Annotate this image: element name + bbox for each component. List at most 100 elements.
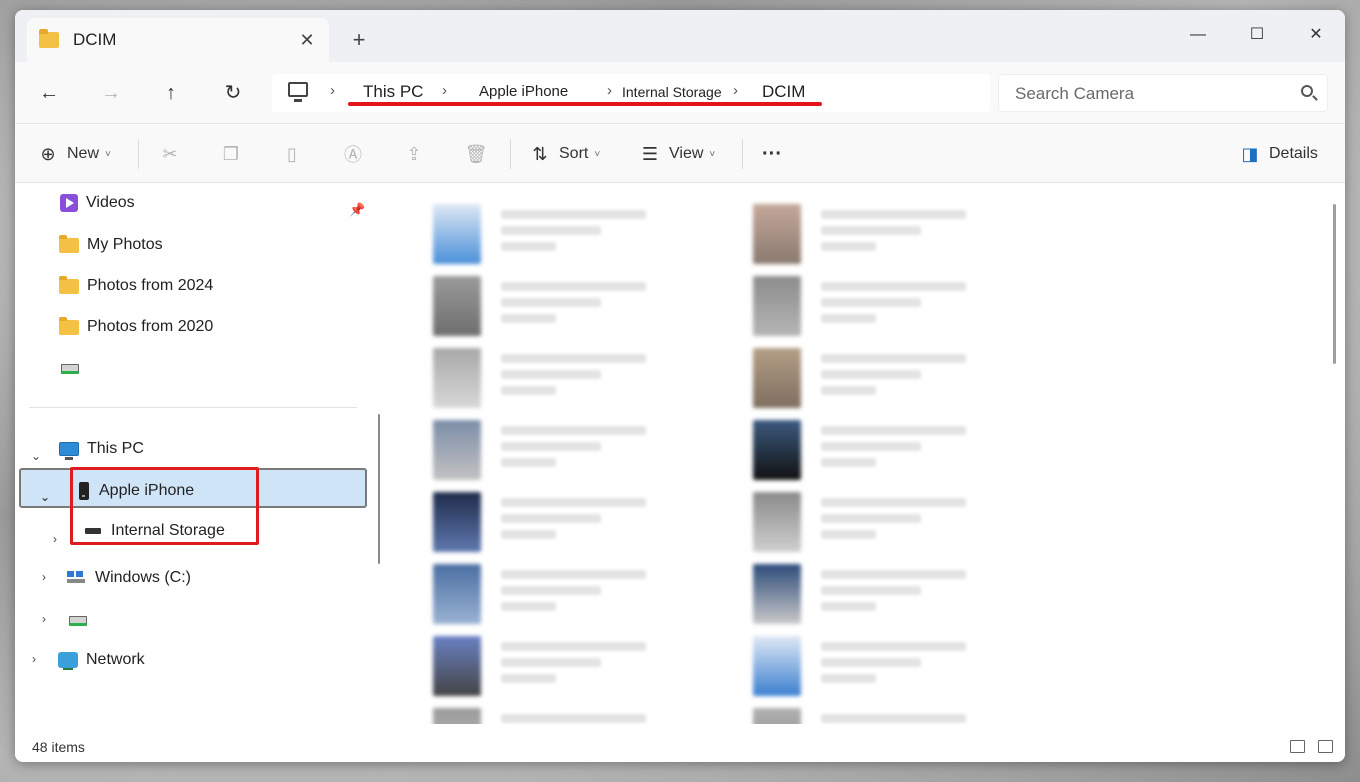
file-meta-text	[501, 386, 556, 395]
file-thumbnail[interactable]	[433, 636, 481, 696]
file-meta-text	[501, 314, 556, 323]
chevron-down-icon[interactable]: ⌄	[31, 449, 41, 463]
breadcrumb-this-pc[interactable]: This PC	[363, 82, 423, 102]
chevron-right-icon[interactable]: ›	[32, 652, 36, 666]
command-bar: ⊕ New ˅ ✂ ❐ ▯ Ⓐ ⇪ 🗑 ⇅ Sort ˅ ☰ View ˅ ··…	[15, 125, 1345, 183]
status-bar: 48 items	[15, 734, 1345, 762]
tiles-view-icon[interactable]	[1318, 740, 1333, 753]
file-meta-text	[501, 210, 646, 219]
file-meta-text	[501, 658, 601, 667]
tab-dcim[interactable]: DCIM ✕	[27, 18, 329, 62]
chevron-right-icon[interactable]: ›	[42, 612, 46, 626]
sort-icon: ⇅	[532, 143, 548, 164]
monitor-icon[interactable]	[288, 82, 308, 102]
windows-drive-icon	[67, 571, 85, 585]
file-meta-text	[501, 458, 556, 467]
file-thumbnail[interactable]	[753, 708, 801, 724]
file-thumbnail[interactable]	[753, 492, 801, 552]
scissors-icon: ✂	[162, 143, 178, 164]
sidebar-item-photos-2020[interactable]: Photos from 2020	[59, 316, 214, 336]
search-placeholder[interactable]: Search Camera	[1015, 84, 1134, 104]
file-thumbnail[interactable]	[433, 276, 481, 336]
sidebar-item-this-pc[interactable]: This PC	[59, 440, 144, 460]
file-thumbnail[interactable]	[753, 348, 801, 408]
file-thumbnail[interactable]	[753, 276, 801, 336]
sidebar-item-photos-2024[interactable]: Photos from 2024	[59, 275, 213, 295]
file-meta-text	[821, 370, 921, 379]
breadcrumb[interactable]: › This PC › Apple iPhone › Internal Stor…	[272, 74, 990, 112]
chevron-down-icon: ˅	[709, 148, 716, 160]
copy-button[interactable]: ❐	[220, 139, 242, 169]
paste-button[interactable]: ▯	[281, 139, 303, 169]
pin-icon[interactable]: 📌	[349, 202, 365, 218]
file-meta-text	[821, 570, 966, 579]
tab-title: DCIM	[73, 30, 117, 49]
close-window-button[interactable]: ✕	[1296, 20, 1336, 50]
back-button[interactable]: ←	[34, 78, 64, 108]
file-meta-text	[821, 242, 876, 251]
sidebar-item-label: Network	[86, 651, 145, 668]
file-thumbnail[interactable]	[433, 204, 481, 264]
file-meta-text	[501, 514, 601, 523]
details-view-icon[interactable]	[1290, 740, 1305, 753]
chevron-down-icon: ˅	[105, 148, 111, 160]
file-thumbnail[interactable]	[433, 492, 481, 552]
sidebar-item-windows-c[interactable]: Windows (C:)	[67, 569, 191, 587]
file-meta-text	[501, 426, 646, 435]
file-meta-text	[501, 530, 556, 539]
file-thumbnail[interactable]	[753, 636, 801, 696]
sidebar-item-videos[interactable]: Videos	[60, 194, 135, 212]
refresh-button[interactable]: ↻	[218, 78, 248, 108]
sidebar-item-my-photos[interactable]: My Photos	[59, 234, 163, 254]
search-box[interactable]: Search Camera	[998, 74, 1328, 112]
toolbar-divider	[138, 139, 139, 169]
file-thumbnail[interactable]	[433, 564, 481, 624]
file-thumbnail[interactable]	[753, 420, 801, 480]
cut-button[interactable]: ✂	[159, 139, 181, 169]
close-tab-icon[interactable]: ✕	[295, 28, 319, 52]
search-icon[interactable]	[1301, 85, 1313, 97]
folder-icon	[59, 316, 79, 335]
breadcrumb-separator[interactable]: ›	[442, 82, 447, 99]
breadcrumb-separator[interactable]: ›	[330, 82, 335, 99]
chevron-right-icon[interactable]: ›	[42, 570, 46, 584]
chevron-down-icon[interactable]: ⌄	[40, 490, 50, 504]
delete-button[interactable]: 🗑	[465, 139, 488, 169]
details-button[interactable]: ◨ Details	[1239, 139, 1318, 169]
file-thumbnail[interactable]	[433, 348, 481, 408]
file-thumbnail[interactable]	[753, 564, 801, 624]
maximize-button[interactable]: ☐	[1237, 20, 1277, 50]
minimize-button[interactable]: —	[1178, 20, 1218, 50]
new-tab-button[interactable]: +	[347, 28, 371, 52]
more-options-button[interactable]: ···	[762, 139, 782, 169]
rename-icon: Ⓐ	[344, 145, 362, 165]
forward-button[interactable]: →	[96, 78, 126, 108]
content-scrollbar[interactable]	[1333, 204, 1336, 364]
rename-button[interactable]: Ⓐ	[342, 139, 364, 169]
chevron-down-icon: ˅	[594, 148, 601, 160]
file-meta-text	[821, 314, 876, 323]
file-thumbnail[interactable]	[433, 420, 481, 480]
file-thumbnail[interactable]	[753, 204, 801, 264]
sidebar-item-network[interactable]: Network	[58, 651, 145, 670]
sidebar-item-label: My Photos	[87, 236, 163, 253]
breadcrumb-separator[interactable]: ›	[733, 82, 738, 99]
sidebar-scrollbar[interactable]	[378, 414, 380, 564]
new-button[interactable]: ⊕ New ˅	[37, 139, 111, 169]
sidebar-item-drive[interactable]	[61, 364, 87, 374]
share-button[interactable]: ⇪	[403, 139, 425, 169]
view-button[interactable]: ☰ View ˅	[639, 139, 715, 169]
sidebar-item-drive-2[interactable]	[69, 616, 95, 626]
view-label: View	[669, 145, 704, 162]
up-button[interactable]: ↑	[156, 78, 186, 108]
breadcrumb-internal-storage[interactable]: Internal Storage	[622, 84, 722, 100]
breadcrumb-apple-iphone[interactable]: Apple iPhone	[479, 83, 568, 100]
chevron-right-icon[interactable]: ›	[53, 532, 57, 546]
sort-button[interactable]: ⇅ Sort ˅	[529, 139, 600, 169]
file-thumbnail[interactable]	[433, 708, 481, 724]
details-label: Details	[1269, 145, 1318, 162]
breadcrumb-separator[interactable]: ›	[607, 82, 612, 99]
sidebar-item-label: Photos from 2020	[87, 318, 214, 335]
file-explorer-window: DCIM ✕ + — ☐ ✕ ← → ↑ ↻ › This PC › Apple…	[15, 10, 1345, 762]
breadcrumb-dcim[interactable]: DCIM	[762, 82, 805, 102]
